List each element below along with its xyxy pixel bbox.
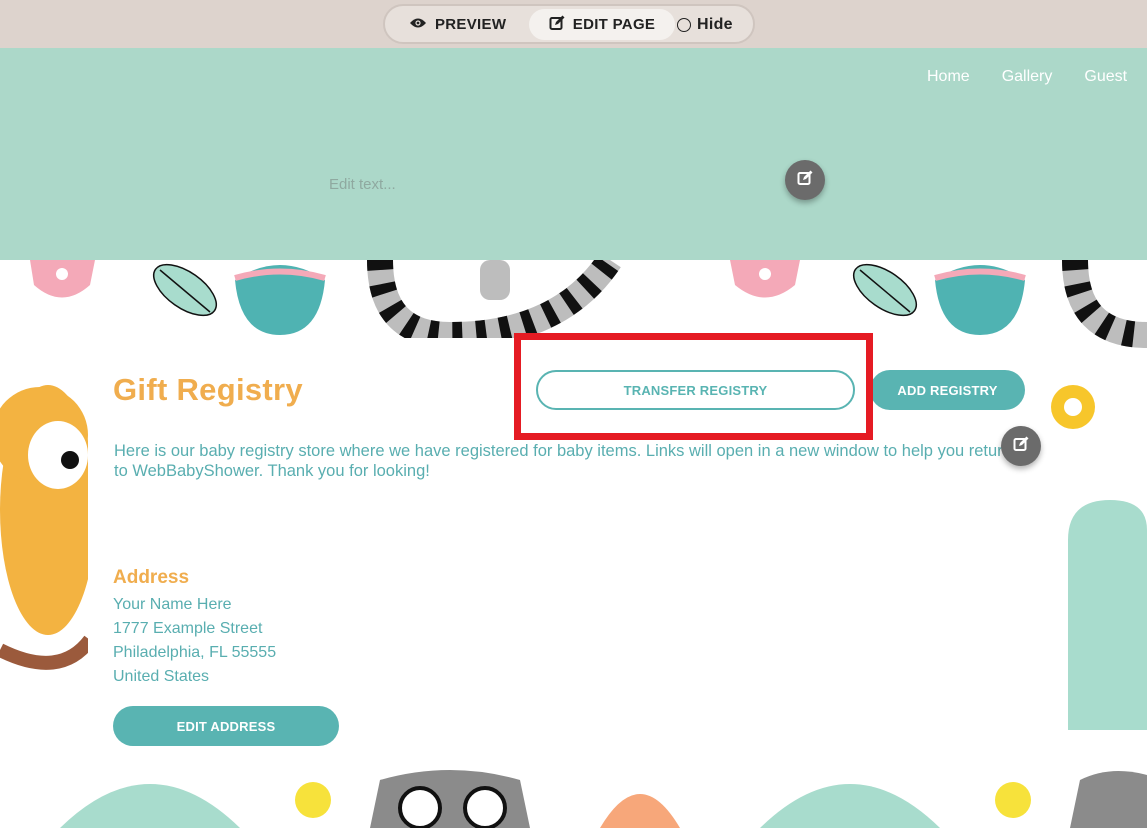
edit-toolbar: PREVIEW EDIT PAGE Hide bbox=[0, 0, 1147, 48]
lemur-tail-icon bbox=[367, 260, 621, 349]
content-edit-button[interactable] bbox=[1001, 426, 1041, 466]
registry-description: Here is our baby registry store where we… bbox=[114, 442, 1012, 480]
address-line-city: Philadelphia, FL 55555 bbox=[113, 644, 277, 661]
edit-icon bbox=[549, 15, 565, 35]
page-title: Gift Registry bbox=[113, 372, 303, 407]
preview-label: PREVIEW bbox=[435, 16, 507, 33]
nav-item-gallery[interactable]: Gallery bbox=[1002, 68, 1053, 86]
edit-page-label: EDIT PAGE bbox=[572, 16, 656, 33]
address-line-country: United States bbox=[113, 668, 210, 685]
header-text-placeholder[interactable]: Edit text... bbox=[329, 176, 396, 193]
leaf-icon bbox=[853, 263, 917, 317]
header-edit-button[interactable] bbox=[785, 160, 825, 200]
monkey-icon bbox=[0, 385, 96, 670]
edit-page-button[interactable]: EDIT PAGE bbox=[529, 9, 675, 40]
address-heading: Address bbox=[113, 567, 190, 588]
yellow-flower-icon bbox=[1051, 385, 1095, 429]
lemur-tail-icon bbox=[1062, 260, 1147, 348]
nav-item-guest[interactable]: Guest bbox=[1084, 68, 1127, 86]
header-banner: Home Gallery Guest Edit text... bbox=[0, 48, 1147, 260]
edit-address-button[interactable]: EDIT ADDRESS bbox=[113, 706, 339, 746]
hide-toggle[interactable]: Hide bbox=[677, 9, 747, 40]
transfer-registry-button[interactable]: TRANSFER REGISTRY bbox=[536, 370, 855, 410]
edit-icon bbox=[797, 170, 813, 191]
main-nav: Home Gallery Guest bbox=[927, 68, 1127, 86]
mode-toggle: PREVIEW EDIT PAGE Hide bbox=[383, 4, 755, 44]
edit-icon bbox=[1013, 436, 1029, 457]
address-line-street: 1777 Example Street bbox=[113, 620, 263, 637]
protea-flower-icon bbox=[600, 794, 680, 828]
raccoon-icon bbox=[1070, 771, 1147, 828]
eye-icon bbox=[409, 16, 427, 33]
teal-pod-icon bbox=[934, 265, 1026, 335]
hide-radio[interactable] bbox=[677, 17, 691, 32]
pink-flower-icon bbox=[730, 260, 800, 298]
teal-pod-icon bbox=[234, 265, 326, 335]
address-line-name: Your Name Here bbox=[113, 596, 232, 613]
hide-label: Hide bbox=[697, 15, 733, 33]
preview-button[interactable]: PREVIEW bbox=[409, 9, 529, 40]
pink-flower-icon bbox=[30, 260, 95, 298]
leaf-icon bbox=[153, 263, 217, 317]
nav-item-home[interactable]: Home bbox=[927, 68, 970, 86]
cactus-icon bbox=[1068, 500, 1147, 730]
raccoon-icon bbox=[370, 770, 530, 828]
gift-registry-card: Gift Registry TRANSFER REGISTRY ADD REGI… bbox=[88, 333, 1049, 770]
add-registry-button[interactable]: ADD REGISTRY bbox=[870, 370, 1025, 410]
